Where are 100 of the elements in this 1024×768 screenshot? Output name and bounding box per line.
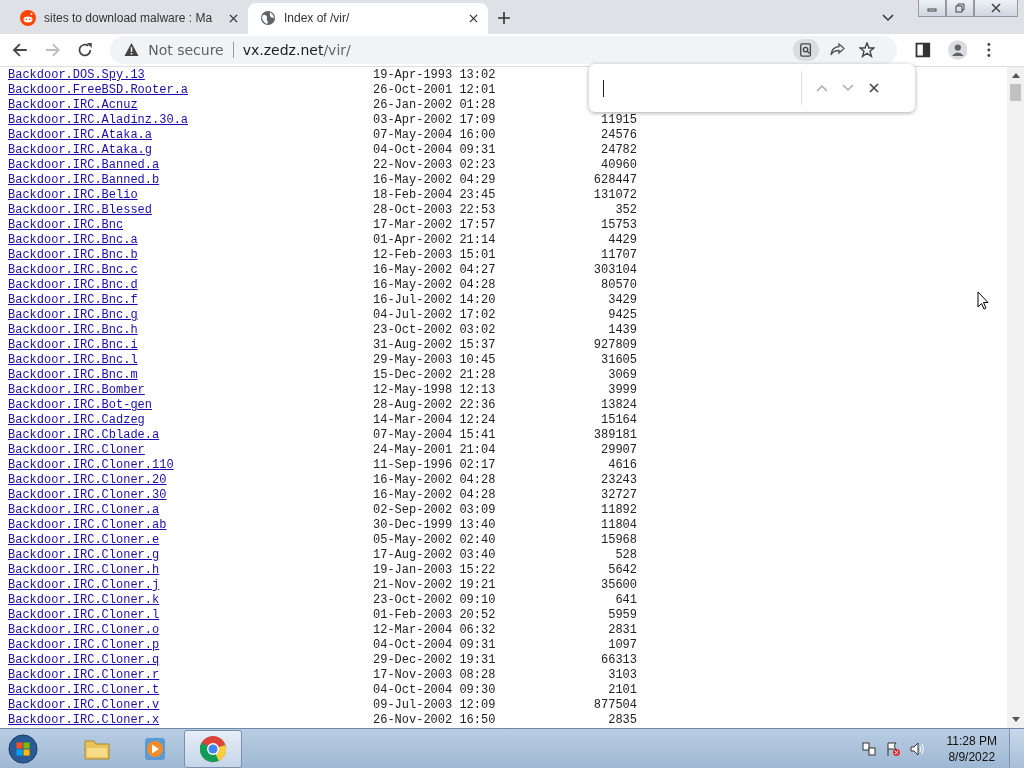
mouse-pointer-icon: [977, 291, 989, 310]
file-link[interactable]: Backdoor.IRC.Bnc.i: [8, 338, 138, 353]
file-link[interactable]: Backdoor.IRC.Bomber: [8, 383, 145, 398]
file-link[interactable]: Backdoor.IRC.Bnc.b: [8, 248, 138, 263]
close-icon[interactable]: [229, 13, 238, 23]
scrollbar-thumb[interactable]: [1010, 84, 1021, 101]
profile-avatar-icon[interactable]: [947, 40, 968, 60]
globe-icon: [260, 10, 276, 27]
find-in-page-button[interactable]: [792, 39, 819, 61]
file-link[interactable]: Backdoor.IRC.Banned.b: [8, 173, 160, 188]
side-panel-icon[interactable]: [914, 42, 931, 58]
file-link[interactable]: Backdoor.IRC.Cloner.e: [8, 533, 160, 548]
file-link[interactable]: Backdoor.IRC.Cblade.a: [8, 428, 160, 443]
modified-date: 21-Nov-2002 19:21: [373, 578, 496, 593]
scrollbar[interactable]: [1007, 67, 1024, 728]
file-size: 641: [614, 593, 637, 608]
file-size: 5642: [607, 563, 637, 578]
close-window-button[interactable]: [974, 0, 1018, 17]
security-label: Not secure: [148, 42, 234, 58]
file-link[interactable]: Backdoor.IRC.Belio: [8, 188, 138, 203]
file-link[interactable]: Backdoor.IRC.Cloner.k: [8, 593, 160, 608]
file-size: 66313: [600, 653, 637, 668]
close-icon[interactable]: [868, 83, 880, 93]
file-link[interactable]: Backdoor.IRC.Cloner.ab: [8, 518, 167, 533]
file-link[interactable]: Backdoor.IRC.Cloner.x: [8, 713, 160, 728]
file-link[interactable]: Backdoor.IRC.Cloner.t: [8, 683, 160, 698]
file-link[interactable]: Backdoor.IRC.Cloner.30: [8, 488, 167, 503]
modified-date: 23-Oct-2002 03:02: [373, 323, 496, 338]
file-link[interactable]: Backdoor.IRC.Bot-gen: [8, 398, 153, 413]
browser-tab[interactable]: Index of /vir/: [248, 2, 488, 34]
star-icon[interactable]: [858, 42, 875, 58]
modified-date: 04-Oct-2004 09:31: [373, 143, 496, 158]
alien-logo-icon: [20, 10, 36, 27]
file-size: 80570: [600, 278, 637, 293]
modified-date: 17-Nov-2003 08:28: [373, 668, 496, 683]
file-link[interactable]: Backdoor.IRC.Bnc.g: [8, 308, 138, 323]
file-link[interactable]: Backdoor.IRC.Bnc.l: [8, 353, 138, 368]
restore-icon: [955, 3, 965, 13]
file-link[interactable]: Backdoor.IRC.Bnc.m: [8, 368, 138, 383]
file-link[interactable]: Backdoor.IRC.Cloner.l: [8, 608, 160, 623]
restore-button[interactable]: [946, 0, 974, 17]
file-link[interactable]: Backdoor.IRC.Cloner.j: [8, 578, 160, 593]
network-icon[interactable]: [860, 740, 877, 757]
browser-tab[interactable]: sites to download malware : Ma: [8, 2, 248, 34]
file-link[interactable]: Backdoor.IRC.Cadzeg: [8, 413, 145, 428]
modified-date: 12-May-1998 12:13: [373, 383, 496, 398]
file-link[interactable]: Backdoor.IRC.Cloner.p: [8, 638, 160, 653]
modified-date: 26-Jan-2002 01:28: [373, 98, 496, 113]
file-link[interactable]: Backdoor.IRC.Cloner.a: [8, 503, 160, 518]
modified-date: 09-Jul-2003 12:09: [373, 698, 496, 713]
scroll-down-arrow-icon[interactable]: [1011, 717, 1020, 722]
share-icon[interactable]: [828, 42, 845, 58]
file-link[interactable]: Backdoor.IRC.Cloner.q: [8, 653, 160, 668]
modified-date: 14-Mar-2004 12:24: [373, 413, 496, 428]
file-link[interactable]: Backdoor.IRC.Bnc.d: [8, 278, 138, 293]
file-link[interactable]: Backdoor.IRC.Cloner.r: [8, 668, 160, 683]
file-size: 13824: [600, 398, 637, 413]
speaker-icon[interactable]: [908, 740, 925, 757]
tab-title: sites to download malware : Ma: [44, 11, 214, 26]
file-link[interactable]: Backdoor.IRC.Acnuz: [8, 98, 138, 113]
new-tab-plus-icon[interactable]: [498, 11, 510, 24]
flag-icon[interactable]: [884, 740, 901, 757]
file-link[interactable]: Backdoor.IRC.Cloner.v: [8, 698, 160, 713]
file-link[interactable]: Backdoor.FreeBSD.Rooter.a: [8, 83, 189, 98]
file-link[interactable]: Backdoor.IRC.Bnc.a: [8, 233, 138, 248]
modified-date: 16-May-2002 04:28: [373, 488, 496, 503]
file-link[interactable]: Backdoor.IRC.Cloner.o: [8, 623, 160, 638]
file-link[interactable]: Backdoor.IRC.Cloner.g: [8, 548, 160, 563]
modified-date: 16-May-2002 04:29: [373, 173, 496, 188]
file-link[interactable]: Backdoor.IRC.Ataka.g: [8, 143, 153, 158]
file-link[interactable]: Backdoor.IRC.Blessed: [8, 203, 153, 218]
file-link[interactable]: Backdoor.IRC.Bnc: [8, 218, 124, 233]
chevron-down-icon[interactable]: [882, 13, 894, 22]
file-size: 2831: [607, 623, 637, 638]
file-size: 877504: [592, 698, 637, 713]
file-link[interactable]: Backdoor.IRC.Ataka.a: [8, 128, 153, 143]
modified-date: 28-Oct-2003 22:53: [373, 203, 496, 218]
file-link[interactable]: Backdoor.IRC.Cloner.20: [8, 473, 167, 488]
file-size: 11915: [600, 113, 637, 128]
file-link[interactable]: Backdoor.IRC.Bnc.h: [8, 323, 138, 338]
file-link[interactable]: Backdoor.DOS.Spy.13: [8, 68, 145, 83]
file-link[interactable]: Backdoor.IRC.Bnc.f: [8, 293, 138, 308]
minimize-button[interactable]: [918, 0, 946, 17]
file-link[interactable]: Backdoor.IRC.Banned.a: [8, 158, 160, 173]
reload-icon[interactable]: [77, 42, 94, 58]
file-link[interactable]: Backdoor.IRC.Cloner.110: [8, 458, 174, 473]
file-link[interactable]: Backdoor.IRC.Aladinz.30.a: [8, 113, 189, 128]
file-size: 9425: [607, 308, 637, 323]
close-icon[interactable]: [469, 13, 478, 23]
file-link[interactable]: Backdoor.IRC.Cloner: [8, 443, 145, 458]
modified-date: 24-May-2001 21:04: [373, 443, 496, 458]
file-size: 1097: [607, 638, 637, 653]
file-size: 131072: [592, 188, 637, 203]
start-orb-icon[interactable]: [8, 733, 38, 764]
scroll-up-arrow-icon[interactable]: [1011, 73, 1020, 78]
file-link[interactable]: Backdoor.IRC.Cloner.h: [8, 563, 160, 578]
back-arrow-icon[interactable]: [12, 42, 28, 58]
file-link[interactable]: Backdoor.IRC.Bnc.c: [8, 263, 138, 278]
taskbar-app-button[interactable]: [184, 729, 242, 768]
address-bar[interactable]: Not secure vx.zedz.net/vir/: [110, 36, 897, 64]
